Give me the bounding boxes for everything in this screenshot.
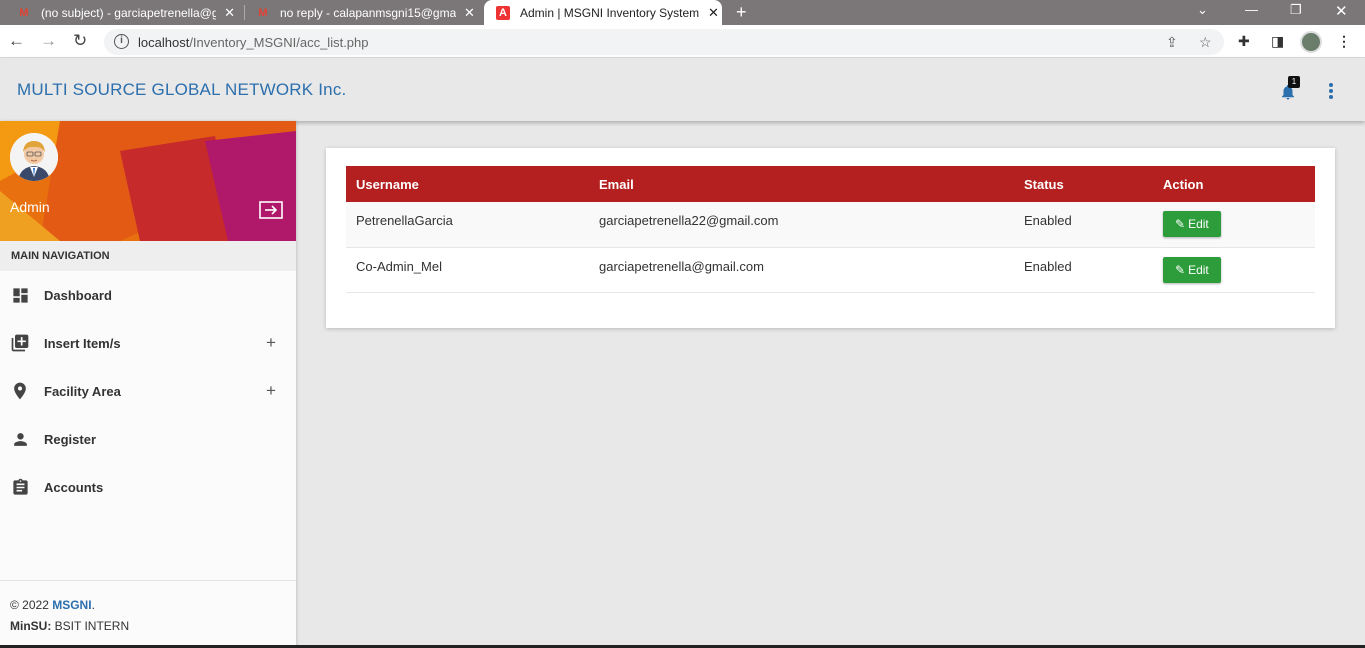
edit-button-label: Edit <box>1188 262 1209 277</box>
table-header-row: Username Email Status Action <box>346 166 1315 202</box>
location-pin-icon <box>10 381 30 401</box>
accounts-card: Username Email Status Action PetrenellaG… <box>326 148 1335 328</box>
cell-email: garciapetrenella@gmail.com <box>589 247 1014 293</box>
school-label: MinSU: <box>10 619 52 633</box>
browser-tab-active[interactable]: A Admin | MSGNI Inventory System ✕ <box>484 0 722 25</box>
sidebar: Admin MAIN NAVIGATION Dashboard Insert I… <box>0 121 296 648</box>
brand-title[interactable]: MULTI SOURCE GLOBAL NETWORK Inc. <box>17 80 346 100</box>
table-row: PetrenellaGarcia garciapetrenella22@gmai… <box>346 202 1315 248</box>
sidebar-item-label: Register <box>44 431 97 447</box>
side-panel-icon[interactable]: ◨ <box>1271 33 1284 50</box>
user-info-panel: Admin <box>0 121 296 241</box>
close-tab-icon[interactable]: ✕ <box>224 5 235 21</box>
restore-icon[interactable]: ❐ <box>1290 2 1302 18</box>
chrome-menu-icon[interactable]: ⋮ <box>1337 33 1351 50</box>
school-text: BSIT INTERN <box>51 619 130 633</box>
avatar <box>10 133 58 181</box>
column-header-action: Action <box>1153 166 1315 202</box>
minimize-icon[interactable]: — <box>1245 2 1258 17</box>
reload-icon[interactable]: ↻ <box>73 31 87 51</box>
sidebar-item-label: Facility Area <box>44 383 121 399</box>
bookmark-star-icon[interactable]: ☆ <box>1199 34 1212 51</box>
sidebar-item-label: Accounts <box>44 479 104 495</box>
profile-avatar[interactable] <box>1300 31 1322 53</box>
sidebar-item-accounts[interactable]: Accounts <box>0 463 296 511</box>
sidebar-footer: © 2022 MSGNI. MinSU: BSIT INTERN <box>0 580 296 648</box>
table-row: Co-Admin_Mel garciapetrenella@gmail.com … <box>346 247 1315 293</box>
library-add-icon <box>10 333 30 353</box>
user-name: Admin <box>10 199 50 215</box>
browser-toolbar: ← → ↻ i localhost/Inventory_MSGNI/acc_li… <box>0 25 1365 58</box>
edit-icon: ✎ <box>1175 262 1186 277</box>
site-info-icon[interactable]: i <box>114 34 129 49</box>
footer-brand-link[interactable]: MSGNI <box>52 598 91 612</box>
cell-action: ✎ Edit <box>1153 247 1315 293</box>
nav-section-header: MAIN NAVIGATION <box>0 241 296 271</box>
edit-button[interactable]: ✎ Edit <box>1163 211 1221 237</box>
tab-title: (no subject) - garciapetrenella@g <box>40 5 217 20</box>
edit-button-label: Edit <box>1188 217 1209 231</box>
close-tab-icon[interactable]: ✕ <box>464 5 475 21</box>
share-icon[interactable]: ⇪ <box>1166 34 1178 51</box>
edit-button[interactable]: ✎ Edit <box>1163 256 1221 283</box>
dashboard-icon <box>10 285 30 305</box>
more-options-icon[interactable] <box>1325 83 1337 99</box>
cell-username: PetrenellaGarcia <box>346 202 589 248</box>
column-header-email: Email <box>589 166 1014 202</box>
expand-plus-icon[interactable]: + <box>266 333 276 353</box>
tab-title: no reply - calapanmsgni15@gma <box>280 5 456 20</box>
close-window-icon[interactable]: ✕ <box>1335 2 1348 20</box>
footer-period: . <box>91 598 95 612</box>
close-tab-icon[interactable]: ✕ <box>708 5 719 21</box>
expand-plus-icon[interactable]: + <box>266 381 276 401</box>
gmail-icon: M <box>258 6 268 19</box>
url-text: localhost/Inventory_MSGNI/acc_list.php <box>138 35 369 50</box>
sidebar-item-dashboard[interactable]: Dashboard <box>0 271 296 319</box>
cell-username: Co-Admin_Mel <box>346 247 589 293</box>
back-icon[interactable]: ← <box>8 31 25 51</box>
cell-email: garciapetrenella22@gmail.com <box>589 202 1014 248</box>
extensions-icon[interactable]: ✚ <box>1238 33 1250 50</box>
browser-tab-bar: M (no subject) - garciapetrenella@g ✕ M … <box>0 0 1365 25</box>
sidebar-item-label: Dashboard <box>44 287 112 303</box>
gmail-icon: M <box>19 6 29 19</box>
accounts-table: Username Email Status Action PetrenellaG… <box>346 166 1315 293</box>
column-header-username: Username <box>346 166 589 202</box>
tab-search-icon[interactable]: ⌄ <box>1197 2 1208 18</box>
cell-status: Enabled <box>1014 202 1153 248</box>
copyright-line: © 2022 MSGNI. <box>10 595 286 616</box>
tab-title: Admin | MSGNI Inventory System <box>520 5 700 20</box>
browser-tab-gmail-1[interactable]: M (no subject) - garciapetrenella@g ✕ <box>17 0 235 25</box>
sidebar-item-facility-area[interactable]: Facility Area + <box>0 367 296 415</box>
browser-tab-gmail-2[interactable]: M no reply - calapanmsgni15@gma ✕ <box>256 0 476 25</box>
edit-icon: ✎ <box>1175 217 1186 231</box>
sidebar-item-register[interactable]: Register <box>0 415 296 463</box>
person-icon <box>10 429 30 449</box>
app-header: MULTI SOURCE GLOBAL NETWORK Inc. 1 <box>0 58 1365 121</box>
address-bar[interactable]: i localhost/Inventory_MSGNI/acc_list.php… <box>104 29 1224 55</box>
cell-status: Enabled <box>1014 247 1153 293</box>
logout-icon[interactable] <box>259 201 283 219</box>
assignment-icon <box>10 477 30 497</box>
column-header-status: Status <box>1014 166 1153 202</box>
cell-action: ✎ Edit <box>1153 202 1315 248</box>
school-line: MinSU: BSIT INTERN <box>10 616 286 637</box>
sidebar-item-insert-items[interactable]: Insert Item/s + <box>0 319 296 367</box>
notification-count-badge: 1 <box>1288 76 1300 88</box>
forward-icon[interactable]: → <box>40 31 57 51</box>
new-tab-icon[interactable]: + <box>736 2 747 23</box>
pdf-icon: A <box>496 5 510 20</box>
copyright-text: © 2022 <box>10 598 53 612</box>
sidebar-item-label: Insert Item/s <box>44 335 121 351</box>
